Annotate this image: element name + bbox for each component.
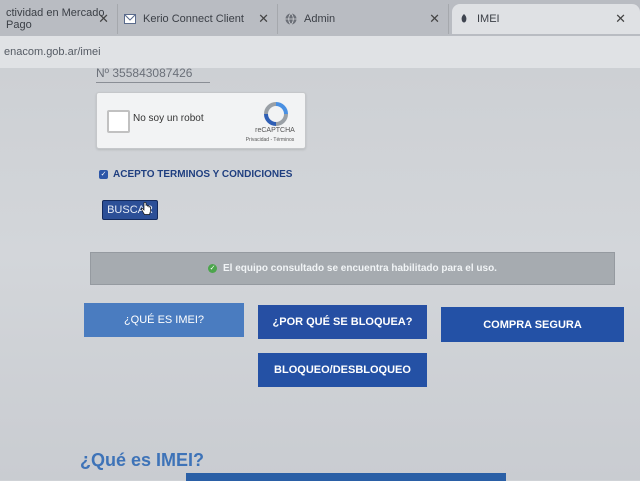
section-heading: ¿Qué es IMEI? — [80, 450, 205, 470]
status-message: El equipo consultado se encuentra habili… — [223, 263, 497, 274]
what-is-imei-button[interactable]: ¿QUÉ ES IMEI? — [84, 303, 244, 337]
terms-checkbox-row[interactable]: ✓ ACEPTO TERMINOS Y CONDICIONES — [99, 169, 292, 180]
block-unblock-button[interactable]: BLOQUEO/DESBLOQUEO — [258, 353, 427, 387]
captcha-label: No soy un robot — [133, 113, 204, 124]
close-icon[interactable]: ✕ — [615, 11, 626, 27]
safe-purchase-button[interactable]: COMPRA SEGURA — [441, 307, 624, 342]
hand-cursor-icon — [141, 201, 151, 216]
address-url: enacom.gob.ar/imei — [4, 46, 101, 58]
page-content: Nº 355843087426 No soy un robot reCAPTCH… — [0, 66, 640, 481]
tab-admin-title: Admin — [304, 13, 336, 25]
imei-field[interactable]: Nº 355843087426 — [96, 66, 210, 83]
mail-icon — [124, 13, 136, 25]
status-alert: ✓ El equipo consultado se encuentra habi… — [90, 252, 615, 285]
recaptcha-icon — [263, 101, 289, 127]
address-bar[interactable]: enacom.gob.ar/imei — [0, 36, 640, 69]
globe-icon — [285, 13, 297, 25]
why-blocked-button[interactable]: ¿POR QUÉ SE BLOQUEA? — [258, 305, 427, 339]
tab-imei[interactable]: IMEI ✕ — [452, 4, 640, 34]
tab-kerio-connect[interactable]: Kerio Connect Client ✕ — [118, 4, 278, 34]
checkbox-checked-icon[interactable]: ✓ — [99, 170, 108, 179]
captcha-checkbox[interactable] — [107, 110, 130, 133]
close-icon[interactable]: ✕ — [98, 11, 109, 27]
captcha-links[interactable]: Privacidad - Términos — [235, 137, 305, 143]
close-icon[interactable]: ✕ — [258, 11, 269, 27]
shield-icon — [458, 13, 470, 25]
captcha-brand: reCAPTCHA — [255, 127, 295, 134]
tab-admin[interactable]: Admin ✕ — [279, 4, 449, 34]
terms-label: ACEPTO TERMINOS Y CONDICIONES — [113, 169, 293, 180]
close-icon[interactable]: ✕ — [429, 11, 440, 27]
tab-imei-title: IMEI — [477, 13, 500, 25]
recaptcha-widget: No soy un robot reCAPTCHA Privacidad - T… — [96, 92, 306, 149]
browser-tab-bar: ctividad en Mercado Pago ✕ Kerio Connect… — [0, 0, 640, 36]
tab-kerio-title: Kerio Connect Client — [143, 13, 244, 25]
tab-mercado-pago[interactable]: ctividad en Mercado Pago ✕ — [0, 4, 118, 34]
check-circle-icon: ✓ — [208, 264, 218, 273]
